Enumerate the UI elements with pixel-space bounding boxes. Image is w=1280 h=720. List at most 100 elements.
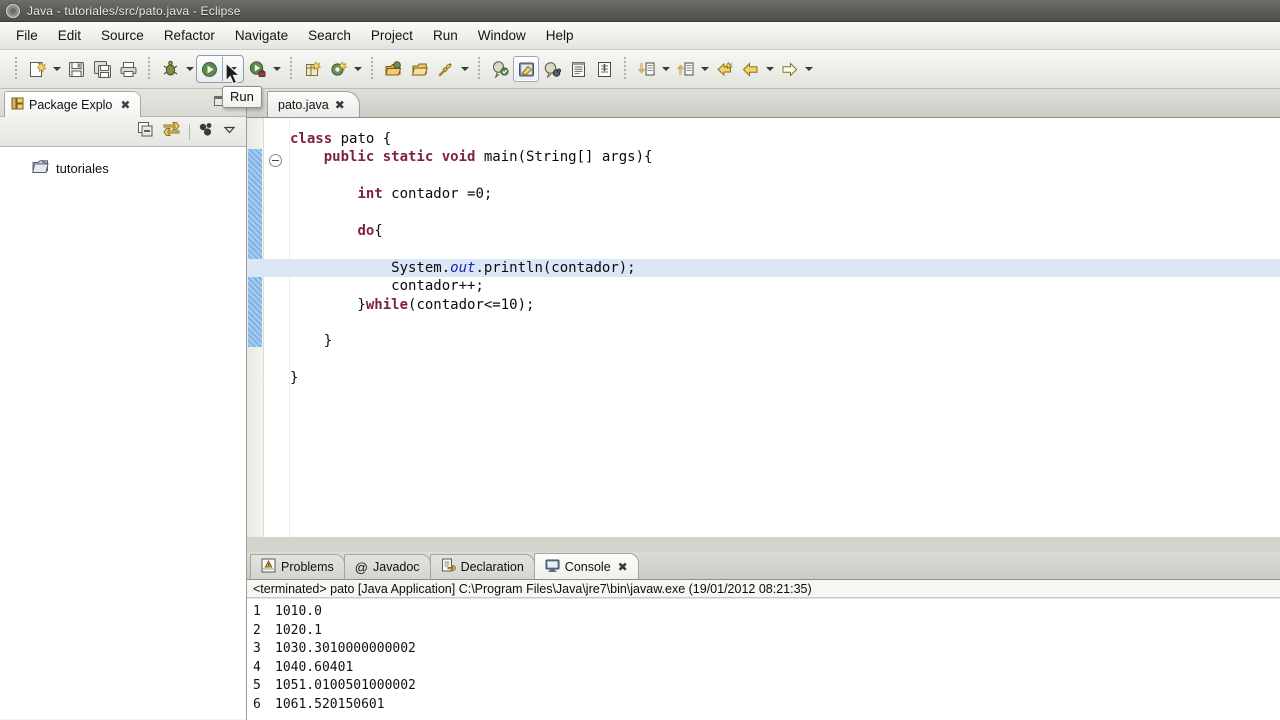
menu-project[interactable]: Project (361, 25, 423, 46)
new-java-project-icon[interactable] (299, 56, 325, 82)
back-dropdown-icon[interactable] (763, 56, 776, 82)
code-line[interactable]: class pato { (290, 130, 1280, 148)
toolbar-separator (478, 57, 480, 81)
toolbar-separator (624, 57, 626, 81)
tab-declaration[interactable]: Declaration (429, 554, 535, 579)
code-line[interactable] (290, 204, 1280, 222)
code-line[interactable]: public static void main(String[] args){ (290, 148, 1280, 166)
run-icon[interactable] (197, 56, 222, 82)
last-edit-location-icon[interactable] (711, 56, 737, 82)
window-title: Java - tutoriales/src/pato.java - Eclips… (27, 3, 241, 18)
code-line[interactable]: }while(contador<=10); (290, 296, 1280, 314)
editor-tab-label: pato.java (278, 97, 329, 112)
console-line-number: 6 (253, 696, 261, 712)
collapse-fold-icon[interactable] (269, 154, 282, 167)
close-icon[interactable]: ✖ (618, 560, 628, 574)
source-code[interactable]: class pato { public static void main(Str… (247, 118, 1280, 552)
print-icon[interactable] (115, 56, 141, 82)
skip-all-breakpoints-icon[interactable] (513, 56, 539, 82)
tab-javadoc[interactable]: @ Javadoc (343, 554, 431, 579)
code-line[interactable]: } (290, 369, 1280, 387)
javadoc-at-icon: @ (354, 559, 368, 575)
show-whitespace-icon[interactable] (565, 56, 591, 82)
run-tooltip: Run (222, 86, 262, 108)
code-line[interactable]: do{ (290, 222, 1280, 240)
code-line[interactable] (290, 314, 1280, 332)
collapse-all-icon[interactable] (137, 121, 154, 143)
menu-help[interactable]: Help (536, 25, 584, 46)
editor-body[interactable]: class pato { public static void main(Str… (247, 117, 1280, 552)
code-text: (contador<=10); (408, 296, 535, 313)
next-annotation-dropdown-icon[interactable] (659, 56, 672, 82)
code-text: } (290, 296, 366, 313)
code-line[interactable]: } (290, 332, 1280, 350)
tree-item-tutoriales[interactable]: tutoriales (0, 157, 246, 179)
toggle-mark-occurrences-icon[interactable] (487, 56, 513, 82)
link-with-editor-icon[interactable] (162, 121, 181, 143)
console-line: 5 1051.0100501000002 (253, 677, 1280, 696)
code-line[interactable] (290, 167, 1280, 185)
debug-icon[interactable] (157, 56, 183, 82)
menu-run[interactable]: Run (423, 25, 468, 46)
declaration-icon (441, 558, 457, 576)
menu-window[interactable]: Window (468, 25, 536, 46)
run-button-group[interactable] (196, 55, 244, 83)
save-icon[interactable] (63, 56, 89, 82)
toolbar-separator (290, 57, 292, 81)
console-line-value: 1061.520150601 (275, 696, 385, 712)
previous-annotation-icon[interactable] (672, 56, 698, 82)
close-icon[interactable]: ✖ (335, 98, 345, 112)
back-icon[interactable] (737, 56, 763, 82)
code-line[interactable]: System.out.println(contador); (247, 258, 1280, 278)
external-tools-icon[interactable] (244, 56, 270, 82)
menu-refactor[interactable]: Refactor (154, 25, 225, 46)
console-line-number: 4 (253, 659, 261, 675)
code-line[interactable] (290, 240, 1280, 258)
new-wizard-dropdown-icon[interactable] (50, 56, 63, 82)
bottom-tab-row: Problems @ Javadoc Declaration Console ✖ (247, 552, 1280, 579)
new-class-dropdown-icon[interactable] (351, 56, 364, 82)
editor-annotation-gutter[interactable] (247, 118, 264, 552)
tab-console[interactable]: Console ✖ (533, 553, 639, 579)
view-menu-icon[interactable] (198, 121, 215, 143)
view-dropdown-icon[interactable] (223, 123, 236, 141)
menu-source[interactable]: Source (91, 25, 154, 46)
search-dropdown-icon[interactable] (458, 56, 471, 82)
menu-file[interactable]: File (6, 25, 48, 46)
tab-problems[interactable]: Problems (250, 554, 345, 579)
menu-search[interactable]: Search (298, 25, 361, 46)
console-output[interactable]: 1 1010.0 2 1020.1 3 1030.3010000000002 4 1040.6… (247, 599, 1280, 720)
code-keyword: class (290, 131, 333, 147)
external-tools-dropdown-icon[interactable] (270, 56, 283, 82)
toggle-breadcrumb-icon[interactable] (539, 56, 565, 82)
forward-dropdown-icon[interactable] (802, 56, 815, 82)
menu-edit[interactable]: Edit (48, 25, 91, 46)
forward-icon[interactable] (776, 56, 802, 82)
console-line-value: 1040.60401 (275, 659, 354, 675)
next-annotation-icon[interactable] (591, 56, 617, 82)
new-wizard-icon[interactable] (24, 56, 50, 82)
tab-pato-java[interactable]: pato.java ✖ (267, 91, 360, 117)
close-icon[interactable]: ✖ (120, 98, 130, 112)
console-line-value: 1010.0 (275, 604, 322, 619)
tab-package-explorer[interactable]: Package Explo ✖ (4, 91, 142, 117)
previous-annotation-dropdown-icon[interactable] (698, 56, 711, 82)
code-line[interactable]: contador++; (290, 277, 1280, 295)
debug-dropdown-icon[interactable] (183, 56, 196, 82)
package-explorer-tab-row: Package Explo ✖ (0, 89, 246, 117)
run-dropdown-icon[interactable] (223, 56, 243, 82)
new-class-icon[interactable] (325, 56, 351, 82)
next-annotation-nav-icon[interactable] (633, 56, 659, 82)
open-type-icon[interactable] (380, 56, 406, 82)
code-line[interactable] (290, 351, 1280, 369)
save-all-icon[interactable] (89, 56, 115, 82)
console-view: Problems @ Javadoc Declaration Console ✖ <ter… (247, 552, 1280, 720)
code-text: contador =0; (382, 186, 493, 203)
open-task-icon[interactable] (406, 56, 432, 82)
menu-navigate[interactable]: Navigate (225, 25, 298, 46)
search-icon[interactable] (432, 56, 458, 82)
code-keyword: int (357, 186, 383, 203)
editor-folding-gutter[interactable] (264, 118, 290, 552)
code-line[interactable]: int contador =0; (290, 185, 1280, 203)
